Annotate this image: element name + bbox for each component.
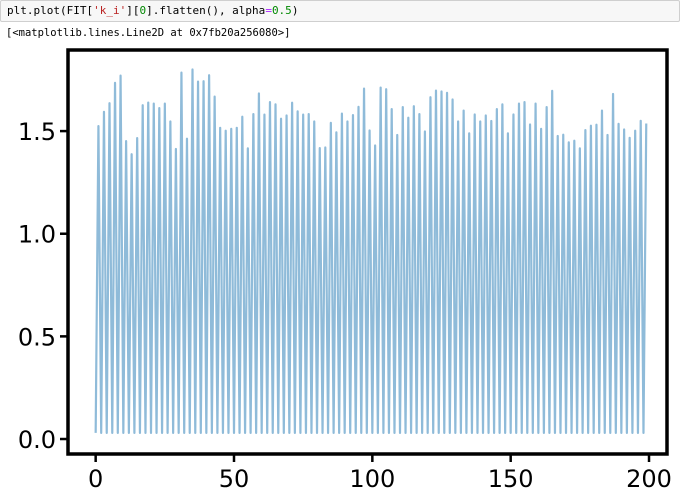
x-tick-label: 100 (349, 465, 395, 493)
line-chart: 0 50 100 150 200 0.0 0.5 1.0 1.5 (18, 48, 672, 493)
series-line-k_i (94, 68, 648, 434)
y-tick-label: 1.5 (18, 118, 56, 146)
plot-area (94, 68, 648, 434)
y-tick-label: 0.5 (18, 323, 56, 351)
y-tick-label: 0.0 (18, 426, 56, 454)
x-tick-label: 0 (88, 465, 103, 493)
y-tick-label: 1.0 (18, 221, 56, 249)
x-tick-label: 200 (626, 465, 672, 493)
x-tick-label: 150 (488, 465, 534, 493)
x-tick-label: 50 (219, 465, 250, 493)
